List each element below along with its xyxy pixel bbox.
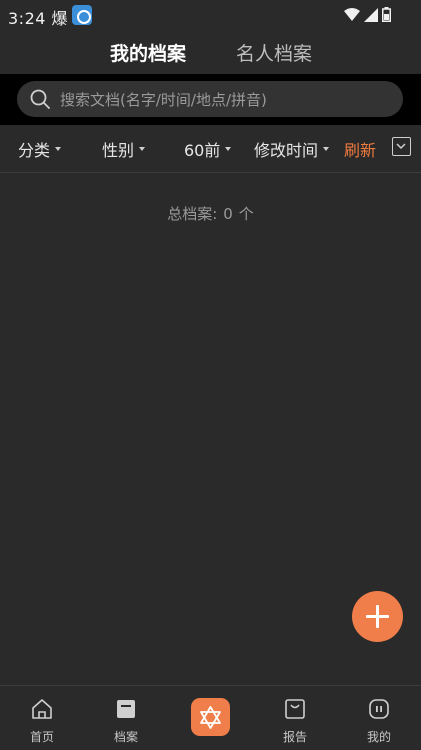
filter-sort[interactable]: 修改时间 (254, 137, 330, 161)
total-count: 0 (223, 205, 233, 223)
header: 我的档案 名人档案 (0, 30, 421, 74)
nav-home-label: 首页 (29, 730, 54, 744)
filter-gender-label: 性别 (102, 141, 135, 160)
tab-my-archives[interactable]: 我的档案 (110, 39, 186, 66)
profile-icon (369, 699, 389, 719)
total-unit: 个 (238, 205, 254, 223)
total-archives: 总档案: 0 个 (0, 203, 421, 224)
status-time: 3:24 爆 (8, 9, 69, 28)
home-icon (32, 699, 52, 719)
caret-down-icon (323, 147, 330, 151)
search-icon (30, 89, 50, 109)
chevron-down-icon (396, 143, 406, 150)
caret-down-icon (139, 147, 146, 151)
expand-filters-button[interactable] (392, 137, 411, 156)
search-input[interactable]: 搜索文档(名字/时间/地点/拼音) (17, 81, 403, 117)
add-archive-button[interactable] (352, 591, 403, 642)
filter-age-label: 60前 (184, 141, 221, 160)
search-placeholder: 搜索文档(名字/时间/地点/拼音) (60, 91, 267, 109)
filter-bar: 分类 性别 60前 修改时间 刷新 (0, 125, 421, 173)
folder-icon (117, 700, 135, 718)
bag-icon (285, 699, 305, 719)
nav-report-label: 报告 (282, 730, 307, 744)
app-notification-icon (72, 5, 92, 25)
filter-gender[interactable]: 性别 (102, 137, 146, 161)
search-band: 搜索文档(名字/时间/地点/拼音) (0, 74, 421, 125)
battery-icon (382, 7, 391, 22)
filter-age[interactable]: 60前 (184, 137, 232, 161)
tab-celebrity-archives[interactable]: 名人档案 (236, 39, 312, 66)
nav-center-button[interactable] (191, 698, 230, 736)
nav-home[interactable]: 首页 (12, 686, 72, 750)
filter-category-label: 分类 (18, 141, 51, 160)
wifi-icon (344, 7, 360, 21)
refresh-button[interactable]: 刷新 (344, 137, 376, 161)
nav-mine-label: 我的 (366, 730, 391, 744)
status-bar: 3:24 爆 (0, 0, 421, 30)
nav-mine[interactable]: 我的 (349, 686, 409, 750)
signal-icon (364, 7, 378, 22)
filter-category[interactable]: 分类 (18, 137, 62, 161)
total-label: 总档案: (167, 205, 218, 223)
status-indicators (344, 7, 391, 22)
filter-sort-label: 修改时间 (254, 141, 319, 160)
star-of-david-icon (200, 706, 221, 729)
caret-down-icon (225, 147, 232, 151)
caret-down-icon (55, 147, 62, 151)
nav-archive[interactable]: 档案 (96, 686, 156, 750)
nav-archive-label: 档案 (113, 730, 138, 744)
nav-report[interactable]: 报告 (265, 686, 325, 750)
